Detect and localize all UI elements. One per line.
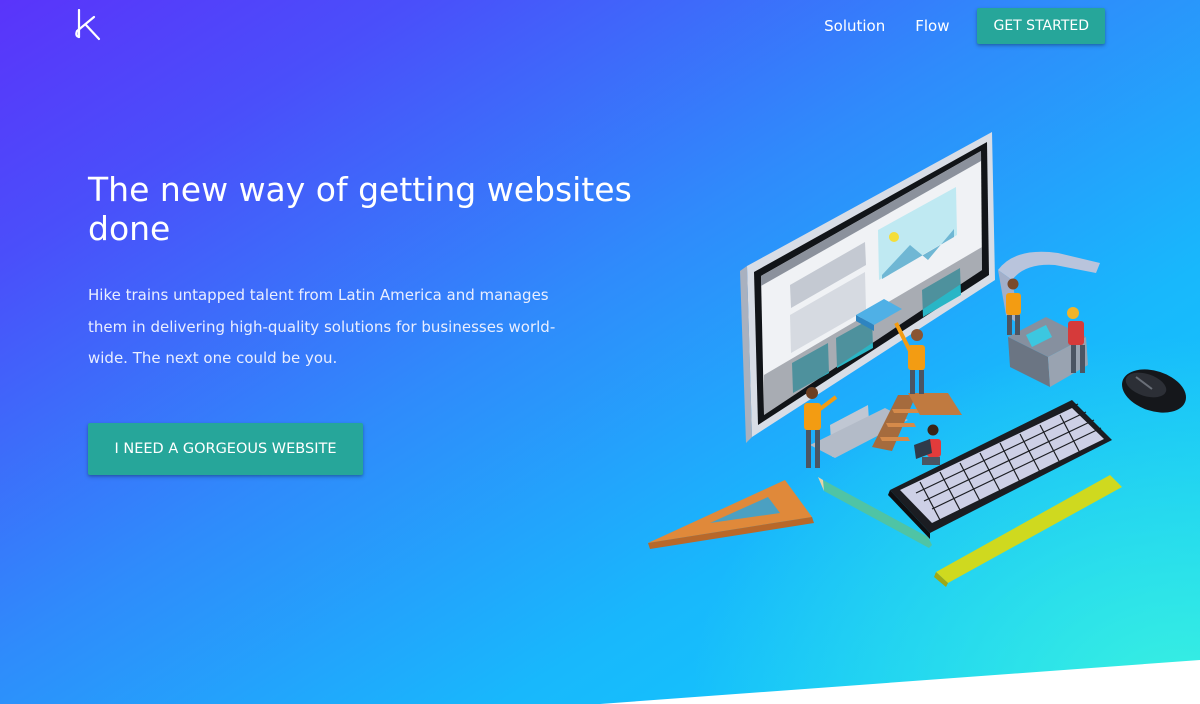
stairs-icon <box>872 393 962 451</box>
monitor-icon <box>740 132 995 443</box>
nav-link-solution[interactable]: Solution <box>824 17 885 35</box>
gorgeous-website-button[interactable]: I NEED A GORGEOUS WEBSITE <box>88 423 363 475</box>
hero-description: Hike trains untapped talent from Latin A… <box>88 286 556 367</box>
isometric-web-team-illustration <box>648 132 1186 587</box>
hero-headline: The new way of getting websites done <box>88 170 632 248</box>
keyboard-icon <box>888 400 1112 539</box>
mouse-icon <box>1122 369 1186 413</box>
get-started-button[interactable]: GET STARTED <box>977 8 1105 44</box>
top-nav: Solution Flow GET STARTED <box>824 8 1105 44</box>
worker-figure-icon <box>914 424 941 465</box>
nav-link-flow[interactable]: Flow <box>915 17 949 35</box>
hero-section: Solution Flow GET STARTED The new way of… <box>0 0 1200 704</box>
set-square-icon <box>648 480 814 549</box>
hike-logo-icon[interactable] <box>74 9 102 41</box>
